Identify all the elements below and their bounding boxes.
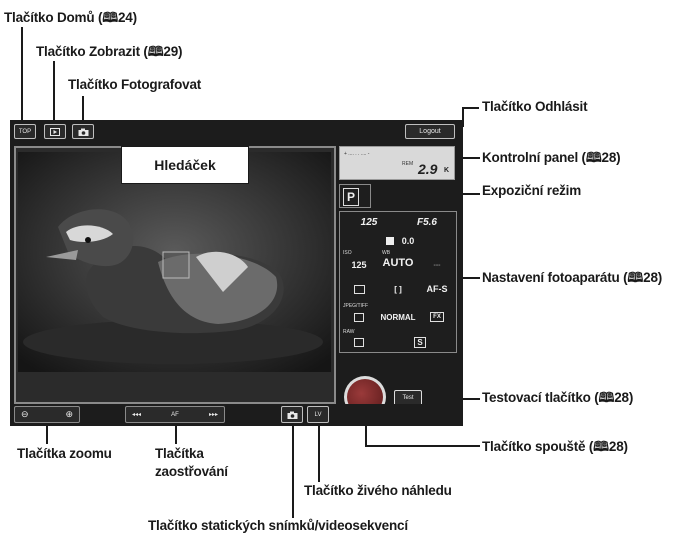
exposure-mode-callout: Expoziční režim bbox=[482, 183, 582, 198]
home-button-callout: Tlačítko Domů (🕮24) bbox=[4, 10, 137, 25]
zoom-out-icon[interactable]: ⊖ bbox=[21, 409, 29, 420]
af-area-button[interactable]: [ ] bbox=[378, 278, 418, 300]
image-size-raw[interactable] bbox=[340, 332, 378, 352]
white-balance-value[interactable]: AUTO bbox=[378, 252, 418, 274]
focus-controls: ◂◂◂ AF ▸▸▸ bbox=[125, 406, 225, 423]
zoom-controls: ⊖ ⊕ bbox=[14, 406, 80, 423]
leader-line bbox=[365, 445, 480, 447]
control-panel-callout: Kontrolní panel (🕮28) bbox=[482, 150, 621, 165]
control-panel: + .... . . .... - REM 2.9 K bbox=[339, 146, 455, 180]
still-video-button[interactable] bbox=[281, 406, 303, 423]
metering-button[interactable] bbox=[340, 278, 378, 300]
viewfinder-image bbox=[18, 152, 331, 372]
live-view-callout: Tlačítko živého náhledu bbox=[304, 483, 452, 498]
raw-size-icon bbox=[354, 337, 364, 347]
af-button[interactable]: AF bbox=[171, 412, 179, 418]
view-button-callout: Tlačítko Zobrazit (🕮29) bbox=[36, 44, 183, 59]
live-view-button[interactable]: LV bbox=[307, 406, 329, 423]
shutter-speed[interactable]: 125 bbox=[340, 212, 398, 232]
still-video-callout: Tlačítko statických snímků/videosekvencí bbox=[148, 518, 408, 533]
camera-settings-panel: 125 F5.6 0.0 ISO 125 WB AUTO --- [ ] AF-… bbox=[339, 211, 457, 353]
home-button[interactable]: TOP bbox=[14, 124, 36, 139]
camera-settings-callout: Nastavení fotoaparátu (🕮28) bbox=[482, 270, 663, 285]
exposure-compensation-icon bbox=[385, 237, 394, 245]
logout-button-callout: Tlačítko Odhlásit bbox=[482, 99, 588, 114]
exposure-mode-value[interactable]: P bbox=[343, 188, 359, 206]
zoom-in-icon[interactable]: ⊕ bbox=[65, 409, 73, 420]
zoom-buttons-callout: Tlačítka zoomu bbox=[17, 446, 112, 461]
aperture[interactable]: F5.6 bbox=[398, 212, 456, 232]
exposure-scale: + .... . . .... - bbox=[344, 151, 370, 157]
camera-icon bbox=[78, 128, 88, 136]
raw-size-value[interactable]: S bbox=[400, 332, 440, 352]
remaining-shots: 2.9 bbox=[418, 161, 438, 177]
shoot-button[interactable] bbox=[72, 124, 94, 139]
leader-line bbox=[21, 27, 23, 123]
remaining-unit: K bbox=[444, 167, 450, 174]
focus-near-icon[interactable]: ◂◂◂ bbox=[132, 411, 141, 418]
white-balance-extra: --- bbox=[433, 261, 441, 269]
exposure-mode-display: P bbox=[339, 184, 371, 208]
leader-line bbox=[292, 422, 294, 518]
image-size-jpeg[interactable] bbox=[340, 306, 378, 328]
raw-size-label: S bbox=[414, 336, 426, 348]
rem-label: REM bbox=[402, 161, 414, 167]
viewfinder-label: Hledáček bbox=[121, 146, 249, 184]
iso-value[interactable]: 125 bbox=[340, 254, 378, 276]
logout-button[interactable]: Logout bbox=[405, 124, 455, 139]
still-camera-icon bbox=[287, 411, 297, 419]
leader-line bbox=[463, 107, 479, 109]
playback-icon bbox=[50, 127, 60, 136]
focus-buttons-callout-line2: zaostřování bbox=[155, 464, 228, 479]
exposure-compensation-value: 0.0 bbox=[401, 236, 415, 246]
af-area-icon: [ ] bbox=[394, 284, 402, 294]
shutter-button-callout: Tlačítko spouště (🕮28) bbox=[482, 439, 628, 454]
focus-far-icon[interactable]: ▸▸▸ bbox=[209, 411, 218, 418]
exposure-compensation[interactable]: 0.0 bbox=[370, 234, 430, 248]
leader-line bbox=[46, 426, 48, 444]
leader-line bbox=[53, 61, 55, 123]
image-quality[interactable]: NORMAL bbox=[378, 306, 418, 328]
image-area-label: FX bbox=[430, 312, 444, 322]
focus-mode-value[interactable]: AF-S bbox=[418, 278, 456, 300]
metering-icon bbox=[353, 284, 365, 294]
view-button[interactable] bbox=[44, 124, 66, 139]
leader-line bbox=[318, 422, 320, 482]
leader-line bbox=[82, 96, 84, 123]
test-button-callout: Testovací tlačítko (🕮28) bbox=[482, 390, 634, 405]
focus-buttons-callout-line1: Tlačítka bbox=[155, 446, 204, 461]
image-area[interactable]: FX bbox=[418, 306, 456, 328]
shoot-button-callout: Tlačítko Fotografovat bbox=[68, 77, 202, 92]
image-size-icon bbox=[354, 312, 364, 322]
leader-line bbox=[175, 426, 177, 444]
